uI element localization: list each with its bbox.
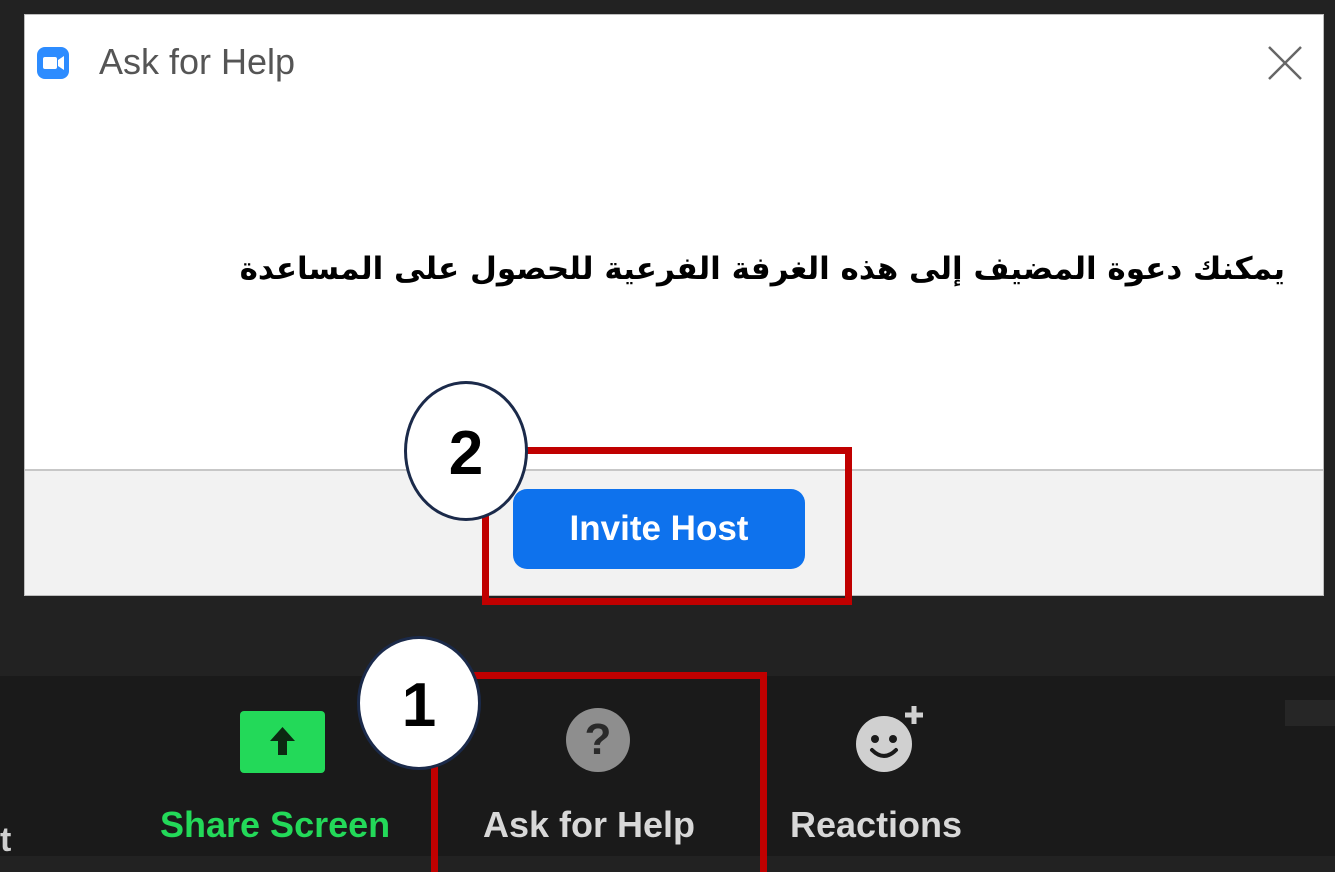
dialog-title: Ask for Help [99, 41, 296, 82]
reactions-icon[interactable] [848, 702, 928, 782]
toolbar-more-area [1285, 700, 1335, 726]
zoom-logo-icon [37, 47, 69, 79]
reactions-label[interactable]: Reactions [790, 804, 962, 846]
step-1-marker: 1 [357, 636, 481, 770]
share-screen-icon[interactable] [240, 711, 325, 773]
toolbar-edge-label: t [0, 821, 12, 859]
highlight-box-invite-host [482, 447, 852, 605]
step-2-marker: 2 [404, 381, 528, 521]
dialog-titlebar: Ask for Help [25, 15, 1323, 105]
share-screen-label[interactable]: Share Screen [160, 804, 390, 846]
close-icon[interactable] [1265, 43, 1305, 83]
highlight-box-ask-for-help [431, 672, 767, 872]
help-message: يمكنك دعوة المضيف إلى هذه الغرفة الفرعية… [239, 251, 1285, 287]
